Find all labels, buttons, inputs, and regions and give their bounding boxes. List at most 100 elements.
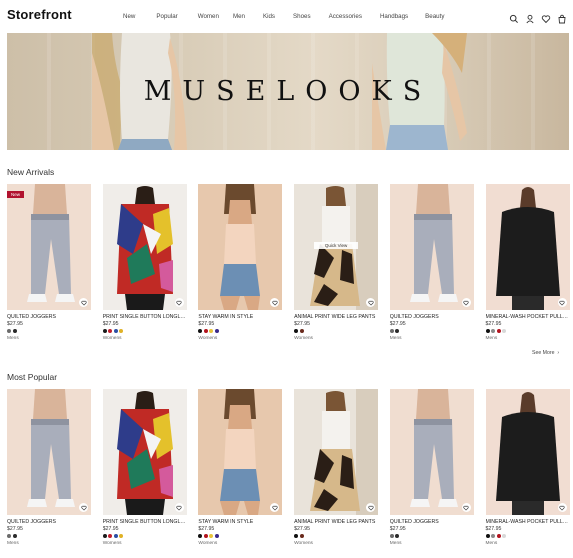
color-swatch[interactable]	[198, 534, 203, 538]
color-swatch[interactable]	[299, 329, 304, 333]
product-image[interactable]	[198, 184, 283, 310]
color-swatch[interactable]	[119, 534, 124, 538]
hero-banner[interactable]: MUSELOOKS	[7, 33, 569, 150]
quick-view-button[interactable]: Quick View	[314, 242, 359, 249]
product-image[interactable]	[198, 389, 283, 515]
wishlist-heart-icon[interactable]	[461, 298, 471, 307]
product-name[interactable]: ANIMAL PRINT WIDE LEG PANTS	[294, 314, 378, 320]
wishlist-heart-icon[interactable]	[557, 503, 567, 512]
nav-beauty[interactable]: Beauty	[425, 13, 444, 20]
color-swatch[interactable]	[12, 534, 17, 538]
product-gender: Womens	[198, 541, 218, 546]
search-icon[interactable]	[509, 11, 519, 23]
product-name[interactable]: ANIMAL PRINT WIDE LEG PANTS	[294, 519, 378, 525]
product-image[interactable]	[389, 184, 474, 310]
wishlist-heart-icon[interactable]	[174, 298, 184, 307]
color-swatch[interactable]	[209, 534, 214, 538]
most-popular-title: Most Popular	[7, 372, 58, 382]
color-swatch[interactable]	[198, 329, 203, 333]
product-image[interactable]	[485, 389, 570, 515]
color-swatch[interactable]	[108, 329, 113, 333]
color-swatch[interactable]	[102, 534, 107, 538]
wishlist-heart-icon[interactable]	[174, 503, 184, 512]
product-price: $27.95	[294, 321, 310, 327]
product-image[interactable]: Quick View	[294, 184, 379, 310]
product-image[interactable]	[294, 389, 379, 515]
color-swatch[interactable]	[209, 329, 214, 333]
nav-kids[interactable]: Kids	[263, 13, 275, 20]
color-swatches	[102, 534, 124, 538]
color-swatch[interactable]	[395, 534, 400, 538]
color-swatch[interactable]	[113, 329, 118, 333]
color-swatch[interactable]	[119, 329, 124, 333]
color-swatch[interactable]	[491, 534, 495, 538]
nav-handbags[interactable]: Handbags	[380, 13, 408, 20]
product-name[interactable]: QUILTED JOGGERS	[390, 314, 474, 320]
product-price: $27.95	[389, 526, 406, 532]
wishlist-heart-icon[interactable]	[79, 298, 88, 307]
wishlist-heart-icon[interactable]	[79, 503, 88, 512]
nav-new[interactable]: New	[123, 13, 135, 20]
product-gender: Mens	[389, 541, 402, 546]
wishlist-heart-icon[interactable]	[557, 298, 567, 307]
brand-logo[interactable]: Storefront	[7, 7, 72, 22]
user-icon[interactable]	[525, 11, 535, 24]
nav-shoes[interactable]: Shoes	[293, 13, 311, 20]
color-swatch[interactable]	[294, 534, 299, 538]
header-icons	[509, 11, 567, 24]
color-swatch[interactable]	[7, 534, 11, 538]
color-swatch[interactable]	[7, 329, 11, 333]
product-image[interactable]	[389, 389, 474, 515]
product-image[interactable]: New	[7, 184, 91, 310]
nav-women[interactable]: Women	[198, 13, 219, 20]
color-swatch[interactable]	[491, 329, 495, 333]
color-swatch[interactable]	[102, 329, 107, 333]
color-swatch[interactable]	[299, 534, 304, 538]
color-swatch[interactable]	[496, 534, 501, 538]
product-image[interactable]	[102, 184, 187, 310]
color-swatch[interactable]	[113, 534, 118, 538]
heart-icon[interactable]	[541, 11, 551, 24]
product-name[interactable]: MINERAL-WASH POCKET PULLOVER	[486, 314, 570, 320]
color-swatch[interactable]	[203, 534, 208, 538]
product-image[interactable]	[485, 184, 570, 310]
color-swatch[interactable]	[485, 329, 490, 333]
color-swatches	[485, 329, 506, 333]
new-arrivals-see-more[interactable]: See More ›	[532, 350, 559, 356]
product-name[interactable]: QUILTED JOGGERS	[7, 314, 91, 320]
nav-accessories[interactable]: Accessories	[329, 13, 362, 20]
color-swatch[interactable]	[502, 329, 506, 333]
color-swatch[interactable]	[395, 329, 400, 333]
product-gender: Womens	[102, 541, 122, 546]
product-name[interactable]: MINERAL-WASH POCKET PULLOVER	[486, 519, 570, 525]
nav-men[interactable]: Men	[233, 13, 245, 20]
product-price: $27.95	[198, 321, 215, 327]
product-price: $27.95	[7, 526, 23, 532]
product-image[interactable]	[7, 389, 91, 515]
product-price: $27.95	[102, 321, 119, 327]
wishlist-heart-icon[interactable]	[461, 503, 471, 512]
new-arrivals-title: New Arrivals	[7, 167, 55, 177]
color-swatch[interactable]	[108, 534, 113, 538]
product-image[interactable]	[102, 389, 187, 515]
color-swatch[interactable]	[389, 329, 394, 333]
product-name[interactable]: PRINT SINGLE BUTTON LONGLINE BLAZER	[103, 519, 187, 525]
nav-popular[interactable]: Popular	[156, 13, 177, 20]
bag-icon[interactable]	[557, 11, 567, 24]
color-swatch[interactable]	[496, 329, 501, 333]
color-swatch[interactable]	[12, 329, 17, 333]
color-swatch[interactable]	[389, 534, 394, 538]
product-price: $27.95	[198, 526, 215, 532]
color-swatch[interactable]	[485, 534, 490, 538]
product-name[interactable]: STAY WARM IN STYLE	[198, 519, 282, 525]
color-swatch[interactable]	[214, 329, 219, 333]
color-swatch[interactable]	[214, 534, 219, 538]
product-price: $27.95	[102, 526, 119, 532]
product-name[interactable]: QUILTED JOGGERS	[7, 519, 91, 525]
product-name[interactable]: QUILTED JOGGERS	[390, 519, 474, 525]
product-name[interactable]: PRINT SINGLE BUTTON LONGLINE BLAZER	[103, 314, 187, 320]
color-swatch[interactable]	[294, 329, 299, 333]
color-swatch[interactable]	[203, 329, 208, 333]
product-name[interactable]: STAY WARM IN STYLE	[198, 314, 282, 320]
color-swatch[interactable]	[502, 534, 506, 538]
